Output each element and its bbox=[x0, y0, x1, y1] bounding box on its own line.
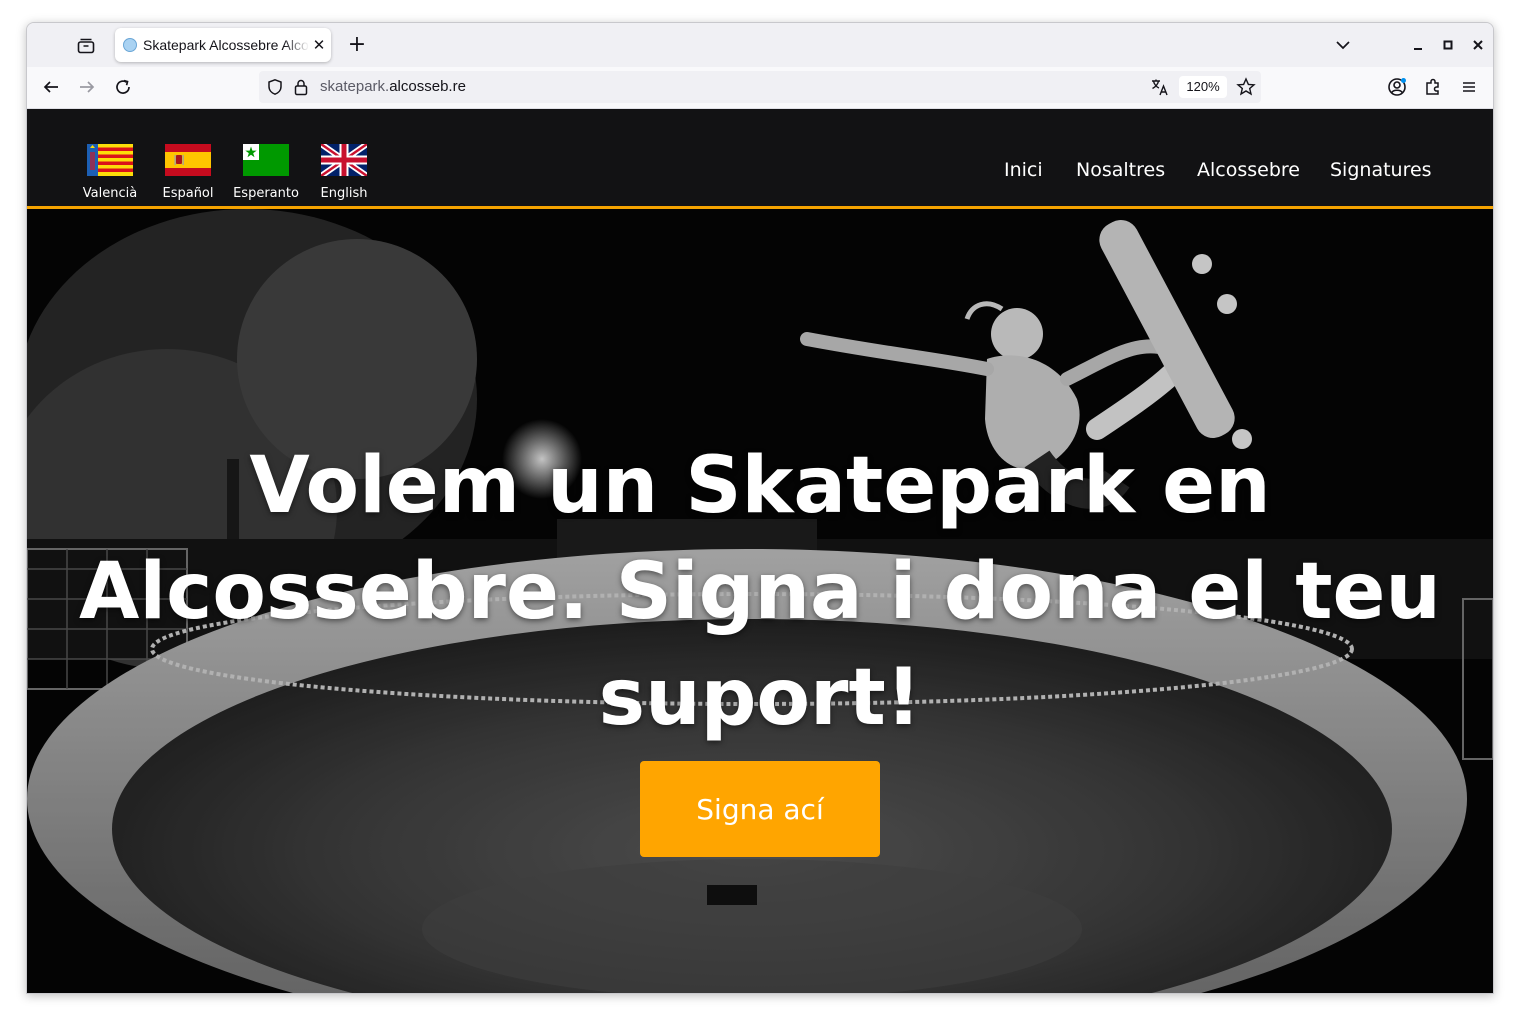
url-host: alcosseb.re bbox=[389, 78, 466, 95]
reload-button[interactable] bbox=[111, 75, 135, 99]
close-tab-icon[interactable]: ✕ bbox=[311, 36, 327, 54]
new-tab-button[interactable]: + bbox=[345, 33, 369, 57]
tab-strip: Skatepark Alcossebre Alcossebre ✕ + bbox=[27, 23, 1493, 67]
language-label: Valencià bbox=[82, 186, 138, 201]
tracking-protection-shield-icon[interactable] bbox=[266, 78, 284, 96]
app-menu-button[interactable] bbox=[1457, 75, 1481, 99]
browser-window: Skatepark Alcossebre Alcossebre ✕ + bbox=[26, 22, 1494, 994]
language-link-espanol[interactable]: Español bbox=[153, 144, 223, 201]
active-tab[interactable]: Skatepark Alcossebre Alcossebre ✕ bbox=[115, 28, 331, 62]
hero-title: Volem un Skatepark en Alcossebre. Signa … bbox=[79, 441, 1441, 743]
reload-icon bbox=[116, 79, 130, 94]
account-button[interactable] bbox=[1385, 75, 1409, 99]
forward-button[interactable] bbox=[75, 75, 99, 99]
url-subdomain: skatepark. bbox=[320, 78, 390, 95]
hamburger-menu-icon bbox=[1463, 82, 1475, 92]
account-icon bbox=[1388, 78, 1406, 96]
back-button[interactable] bbox=[39, 75, 63, 99]
hero-section: Volem un Skatepark en Alcossebre. Signa … bbox=[27, 209, 1493, 993]
maximize-button[interactable] bbox=[1439, 36, 1457, 54]
arrow-right-icon bbox=[80, 81, 95, 93]
globe-icon bbox=[123, 38, 137, 52]
list-all-tabs-button[interactable] bbox=[1333, 35, 1353, 55]
menu-item-signatures[interactable]: Signatures bbox=[1330, 159, 1432, 181]
tab-overview-button[interactable] bbox=[73, 33, 99, 59]
menu-item-nosaltres[interactable]: Nosaltres bbox=[1076, 159, 1165, 181]
tab-overview-icon bbox=[77, 38, 95, 54]
chevron-down-icon bbox=[1336, 41, 1350, 50]
arrow-left-icon bbox=[43, 81, 58, 93]
uk-flag-icon bbox=[321, 144, 367, 176]
spain-flag-icon bbox=[165, 144, 211, 176]
close-window-button[interactable] bbox=[1469, 36, 1487, 54]
language-link-valencia[interactable]: Valencià bbox=[75, 144, 145, 201]
maximize-icon bbox=[1443, 40, 1453, 50]
menu-item-inici[interactable]: Inici bbox=[1004, 159, 1043, 181]
site-header: Valencià Español Esperanto English Inici… bbox=[27, 109, 1493, 209]
puzzle-icon bbox=[1426, 78, 1439, 95]
sign-here-button[interactable]: Signa ací bbox=[640, 761, 880, 857]
language-label: English bbox=[320, 186, 368, 201]
esperanto-flag-icon bbox=[243, 144, 289, 176]
translate-icon[interactable] bbox=[1150, 77, 1170, 97]
bookmark-star-icon[interactable] bbox=[1236, 77, 1256, 97]
language-label: Español bbox=[162, 186, 214, 201]
menu-item-alcossebre[interactable]: Alcossebre bbox=[1197, 159, 1300, 181]
lock-icon[interactable] bbox=[293, 78, 309, 96]
zoom-level-button[interactable]: 120% bbox=[1179, 76, 1227, 98]
minimize-button[interactable] bbox=[1409, 36, 1427, 54]
close-icon bbox=[1473, 40, 1483, 50]
extensions-button[interactable] bbox=[1421, 75, 1445, 99]
navigation-bar: skatepark.alcosseb.re 120% bbox=[27, 67, 1493, 109]
web-page: Valencià Español Esperanto English Inici… bbox=[27, 109, 1493, 993]
language-link-esperanto[interactable]: Esperanto bbox=[231, 144, 301, 201]
language-label: Esperanto bbox=[233, 186, 299, 201]
valencia-flag-icon bbox=[87, 144, 133, 176]
language-link-english[interactable]: English bbox=[309, 144, 379, 201]
minimize-icon bbox=[1414, 48, 1422, 50]
url-text[interactable]: skatepark.alcosseb.re bbox=[320, 78, 466, 95]
url-bar[interactable]: skatepark.alcosseb.re 120% bbox=[259, 71, 1261, 103]
tab-title: Skatepark Alcossebre Alcossebre bbox=[143, 37, 309, 53]
